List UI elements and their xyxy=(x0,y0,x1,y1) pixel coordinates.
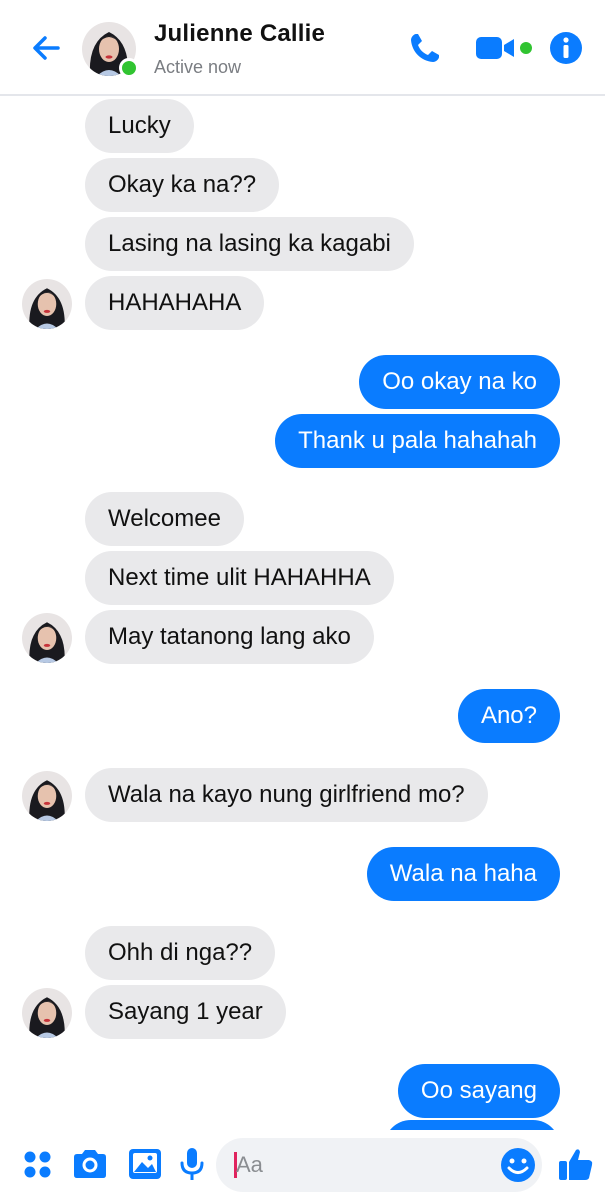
message-bubble[interactable]: Welcomee xyxy=(85,492,244,546)
sender-avatar[interactable] xyxy=(22,613,72,663)
contact-name[interactable]: Julienne Callie xyxy=(154,20,325,48)
thumbs-up-icon[interactable] xyxy=(556,1144,596,1184)
sender-avatar[interactable] xyxy=(22,279,72,329)
gallery-icon[interactable] xyxy=(125,1144,165,1184)
message-bubble[interactable]: Wala na kayo nung girlfriend mo? xyxy=(85,768,488,822)
sender-avatar[interactable] xyxy=(22,771,72,821)
camera-icon[interactable] xyxy=(70,1144,110,1184)
info-icon[interactable] xyxy=(546,28,586,68)
message-bubble[interactable]: Lucky xyxy=(85,99,194,153)
conversation-header: Julienne Callie Active now xyxy=(0,0,605,96)
sender-avatar[interactable] xyxy=(22,988,72,1038)
message-bubble[interactable]: Oo okay na ko xyxy=(359,355,560,409)
composer-bar xyxy=(0,1130,605,1200)
video-camera-icon[interactable] xyxy=(474,28,536,68)
message-bubble[interactable]: Thank u pala hahahah xyxy=(275,414,560,468)
contact-avatar[interactable] xyxy=(82,22,139,78)
phone-icon[interactable] xyxy=(405,28,445,68)
message-bubble[interactable]: Oo sayang xyxy=(397,1064,560,1118)
message-input-container[interactable] xyxy=(216,1138,542,1192)
message-bubble[interactable]: Sayang 1 year xyxy=(85,985,286,1039)
microphone-icon[interactable] xyxy=(172,1144,212,1184)
active-status: Active now xyxy=(154,57,242,77)
emoji-icon[interactable] xyxy=(498,1145,538,1185)
message-bubble[interactable]: Ohh di nga?? xyxy=(85,926,276,980)
online-status-dot xyxy=(119,58,139,78)
message-bubble[interactable]: Ano? xyxy=(457,689,560,743)
message-bubble[interactable]: HAHAHAHA xyxy=(85,276,265,330)
message-bubble[interactable]: Wala na haha xyxy=(366,847,560,901)
message-input[interactable] xyxy=(236,1138,486,1192)
apps-grid-icon[interactable] xyxy=(18,1144,58,1184)
message-bubble[interactable]: Okay ka na?? xyxy=(85,158,280,212)
message-bubble[interactable]: Lasing na lasing ka kagabi xyxy=(85,217,414,271)
message-bubble[interactable]: Next time ulit HAHAHHA xyxy=(85,551,394,605)
message-bubble[interactable]: May tatanong lang ako xyxy=(85,610,374,664)
back-arrow-icon[interactable] xyxy=(26,28,66,68)
